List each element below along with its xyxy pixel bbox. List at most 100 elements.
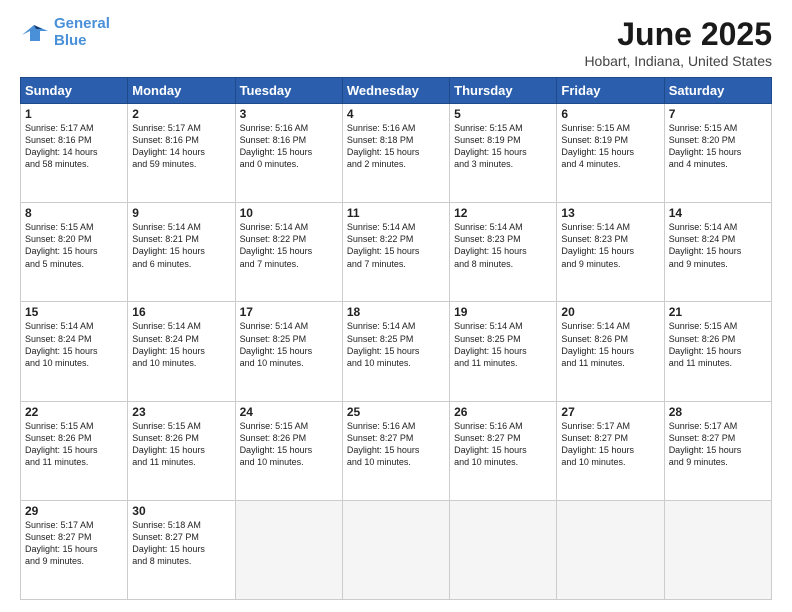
day-info: Sunrise: 5:14 AM Sunset: 8:26 PM Dayligh…	[561, 320, 659, 369]
calendar-cell: 1 Sunrise: 5:17 AM Sunset: 8:16 PM Dayli…	[21, 104, 128, 203]
day-number: 4	[347, 107, 445, 121]
calendar-week-row: 15 Sunrise: 5:14 AM Sunset: 8:24 PM Dayl…	[21, 302, 772, 401]
logo-blue: Blue	[54, 32, 87, 49]
day-info: Sunrise: 5:14 AM Sunset: 8:25 PM Dayligh…	[347, 320, 445, 369]
calendar-week-row: 22 Sunrise: 5:15 AM Sunset: 8:26 PM Dayl…	[21, 401, 772, 500]
calendar-cell: 27 Sunrise: 5:17 AM Sunset: 8:27 PM Dayl…	[557, 401, 664, 500]
day-info: Sunrise: 5:15 AM Sunset: 8:19 PM Dayligh…	[454, 122, 552, 171]
calendar-cell: 18 Sunrise: 5:14 AM Sunset: 8:25 PM Dayl…	[342, 302, 449, 401]
calendar-cell: 15 Sunrise: 5:14 AM Sunset: 8:24 PM Dayl…	[21, 302, 128, 401]
day-info: Sunrise: 5:14 AM Sunset: 8:25 PM Dayligh…	[240, 320, 338, 369]
day-info: Sunrise: 5:14 AM Sunset: 8:24 PM Dayligh…	[25, 320, 123, 369]
header: General Blue June 2025 Hobart, Indiana, …	[20, 16, 772, 69]
header-friday: Friday	[557, 78, 664, 104]
day-number: 25	[347, 405, 445, 419]
day-info: Sunrise: 5:16 AM Sunset: 8:27 PM Dayligh…	[347, 420, 445, 469]
day-info: Sunrise: 5:14 AM Sunset: 8:23 PM Dayligh…	[454, 221, 552, 270]
day-info: Sunrise: 5:14 AM Sunset: 8:21 PM Dayligh…	[132, 221, 230, 270]
day-info: Sunrise: 5:14 AM Sunset: 8:24 PM Dayligh…	[132, 320, 230, 369]
day-info: Sunrise: 5:15 AM Sunset: 8:26 PM Dayligh…	[669, 320, 767, 369]
day-number: 21	[669, 305, 767, 319]
day-info: Sunrise: 5:15 AM Sunset: 8:19 PM Dayligh…	[561, 122, 659, 171]
day-number: 20	[561, 305, 659, 319]
day-number: 28	[669, 405, 767, 419]
day-info: Sunrise: 5:17 AM Sunset: 8:16 PM Dayligh…	[25, 122, 123, 171]
calendar-cell: 2 Sunrise: 5:17 AM Sunset: 8:16 PM Dayli…	[128, 104, 235, 203]
calendar-cell: 8 Sunrise: 5:15 AM Sunset: 8:20 PM Dayli…	[21, 203, 128, 302]
header-tuesday: Tuesday	[235, 78, 342, 104]
day-number: 24	[240, 405, 338, 419]
day-number: 11	[347, 206, 445, 220]
day-number: 12	[454, 206, 552, 220]
title-block: June 2025 Hobart, Indiana, United States	[584, 16, 772, 69]
day-info: Sunrise: 5:14 AM Sunset: 8:22 PM Dayligh…	[240, 221, 338, 270]
calendar-cell: 10 Sunrise: 5:14 AM Sunset: 8:22 PM Dayl…	[235, 203, 342, 302]
day-info: Sunrise: 5:17 AM Sunset: 8:27 PM Dayligh…	[669, 420, 767, 469]
day-number: 19	[454, 305, 552, 319]
day-number: 29	[25, 504, 123, 518]
calendar-cell: 6 Sunrise: 5:15 AM Sunset: 8:19 PM Dayli…	[557, 104, 664, 203]
day-info: Sunrise: 5:15 AM Sunset: 8:26 PM Dayligh…	[132, 420, 230, 469]
day-number: 5	[454, 107, 552, 121]
calendar-cell: 30 Sunrise: 5:18 AM Sunset: 8:27 PM Dayl…	[128, 500, 235, 599]
calendar-week-row: 29 Sunrise: 5:17 AM Sunset: 8:27 PM Dayl…	[21, 500, 772, 599]
day-number: 7	[669, 107, 767, 121]
calendar-cell	[235, 500, 342, 599]
header-sunday: Sunday	[21, 78, 128, 104]
calendar-cell: 14 Sunrise: 5:14 AM Sunset: 8:24 PM Dayl…	[664, 203, 771, 302]
day-number: 2	[132, 107, 230, 121]
day-info: Sunrise: 5:14 AM Sunset: 8:24 PM Dayligh…	[669, 221, 767, 270]
calendar-cell: 23 Sunrise: 5:15 AM Sunset: 8:26 PM Dayl…	[128, 401, 235, 500]
day-number: 1	[25, 107, 123, 121]
page: General Blue June 2025 Hobart, Indiana, …	[0, 0, 792, 612]
day-number: 8	[25, 206, 123, 220]
day-info: Sunrise: 5:16 AM Sunset: 8:16 PM Dayligh…	[240, 122, 338, 171]
calendar-cell: 16 Sunrise: 5:14 AM Sunset: 8:24 PM Dayl…	[128, 302, 235, 401]
calendar-week-row: 8 Sunrise: 5:15 AM Sunset: 8:20 PM Dayli…	[21, 203, 772, 302]
calendar-cell: 29 Sunrise: 5:17 AM Sunset: 8:27 PM Dayl…	[21, 500, 128, 599]
header-saturday: Saturday	[664, 78, 771, 104]
day-number: 23	[132, 405, 230, 419]
calendar-table: Sunday Monday Tuesday Wednesday Thursday…	[20, 77, 772, 600]
calendar-cell	[664, 500, 771, 599]
calendar-cell: 25 Sunrise: 5:16 AM Sunset: 8:27 PM Dayl…	[342, 401, 449, 500]
day-number: 9	[132, 206, 230, 220]
day-number: 30	[132, 504, 230, 518]
calendar-cell: 20 Sunrise: 5:14 AM Sunset: 8:26 PM Dayl…	[557, 302, 664, 401]
calendar-cell: 13 Sunrise: 5:14 AM Sunset: 8:23 PM Dayl…	[557, 203, 664, 302]
day-number: 10	[240, 206, 338, 220]
day-info: Sunrise: 5:15 AM Sunset: 8:26 PM Dayligh…	[25, 420, 123, 469]
day-number: 14	[669, 206, 767, 220]
calendar-cell: 3 Sunrise: 5:16 AM Sunset: 8:16 PM Dayli…	[235, 104, 342, 203]
day-number: 15	[25, 305, 123, 319]
header-monday: Monday	[128, 78, 235, 104]
day-number: 27	[561, 405, 659, 419]
calendar-header-row: Sunday Monday Tuesday Wednesday Thursday…	[21, 78, 772, 104]
header-thursday: Thursday	[450, 78, 557, 104]
main-title: June 2025	[584, 16, 772, 53]
calendar-cell: 4 Sunrise: 5:16 AM Sunset: 8:18 PM Dayli…	[342, 104, 449, 203]
day-info: Sunrise: 5:17 AM Sunset: 8:27 PM Dayligh…	[561, 420, 659, 469]
calendar-cell: 26 Sunrise: 5:16 AM Sunset: 8:27 PM Dayl…	[450, 401, 557, 500]
day-info: Sunrise: 5:15 AM Sunset: 8:20 PM Dayligh…	[25, 221, 123, 270]
day-info: Sunrise: 5:14 AM Sunset: 8:25 PM Dayligh…	[454, 320, 552, 369]
day-info: Sunrise: 5:14 AM Sunset: 8:22 PM Dayligh…	[347, 221, 445, 270]
logo-icon	[20, 21, 50, 45]
day-number: 22	[25, 405, 123, 419]
calendar-cell	[557, 500, 664, 599]
calendar-week-row: 1 Sunrise: 5:17 AM Sunset: 8:16 PM Dayli…	[21, 104, 772, 203]
subtitle: Hobart, Indiana, United States	[584, 53, 772, 69]
calendar-cell: 7 Sunrise: 5:15 AM Sunset: 8:20 PM Dayli…	[664, 104, 771, 203]
day-number: 3	[240, 107, 338, 121]
calendar-cell	[342, 500, 449, 599]
day-number: 6	[561, 107, 659, 121]
day-info: Sunrise: 5:16 AM Sunset: 8:18 PM Dayligh…	[347, 122, 445, 171]
logo-text: General Blue	[54, 16, 110, 49]
calendar-cell: 22 Sunrise: 5:15 AM Sunset: 8:26 PM Dayl…	[21, 401, 128, 500]
header-wednesday: Wednesday	[342, 78, 449, 104]
calendar-cell: 17 Sunrise: 5:14 AM Sunset: 8:25 PM Dayl…	[235, 302, 342, 401]
day-number: 16	[132, 305, 230, 319]
day-number: 18	[347, 305, 445, 319]
day-info: Sunrise: 5:17 AM Sunset: 8:16 PM Dayligh…	[132, 122, 230, 171]
calendar-cell: 28 Sunrise: 5:17 AM Sunset: 8:27 PM Dayl…	[664, 401, 771, 500]
